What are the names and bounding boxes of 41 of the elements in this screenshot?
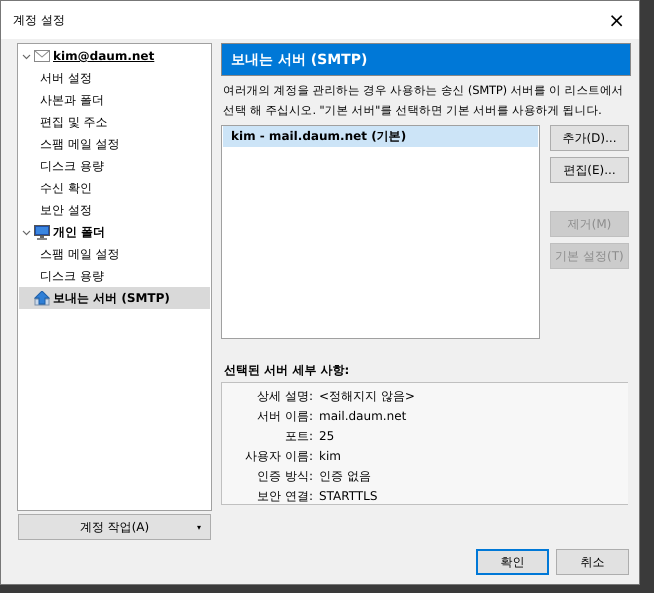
action-button[interactable]: 추가(D)...: [550, 125, 629, 151]
tree-item[interactable]: 스팸 메일 설정: [19, 243, 210, 265]
panel-heading: 보내는 서버 (SMTP): [221, 43, 631, 76]
action-button[interactable]: 편집(E)...: [550, 157, 629, 183]
dialog-button[interactable]: 취소: [556, 549, 629, 575]
account-actions-button[interactable]: 계정 작업(A) ▾: [18, 514, 211, 540]
detail-label: 보안 연결:: [256, 488, 313, 504]
tree-item[interactable]: 개인 폴더: [19, 221, 210, 243]
detail-value: 25: [319, 428, 336, 445]
detail-value: <정해지지 않음>: [319, 388, 416, 404]
chevron-down-icon[interactable]: [22, 228, 31, 236]
tree-item[interactable]: 보내는 서버 (SMTP): [19, 287, 210, 309]
tree-item[interactable]: 편집 및 주소: [19, 111, 210, 133]
tree-item[interactable]: 서버 설정: [19, 67, 210, 89]
tree-item[interactable]: 디스크 용량: [19, 155, 210, 177]
detail-label: 상세 설명:: [256, 388, 313, 404]
tree-item[interactable]: 사본과 폴더: [19, 89, 210, 111]
tree-item[interactable]: 스팸 메일 설정: [19, 133, 210, 155]
detail-label: 서버 이름:: [256, 408, 313, 424]
monitor-icon: [34, 224, 50, 240]
envelope-icon: [34, 50, 50, 62]
dialog-button[interactable]: 확인: [476, 549, 549, 575]
server-list-item[interactable]: kim - mail.daum.net (기본): [223, 126, 538, 147]
upload-arrow-icon: [34, 290, 50, 306]
detail-value: 인증 없음: [319, 468, 372, 484]
window-title: 계정 설정: [13, 12, 65, 28]
tree-item[interactable]: 보안 설정: [19, 199, 210, 221]
detail-value: mail.daum.net: [319, 408, 408, 425]
caret-icon: ▾: [196, 522, 201, 532]
close-button[interactable]: ×: [604, 10, 629, 30]
detail-value: kim: [319, 448, 342, 465]
tree-item[interactable]: 수신 확인: [19, 177, 210, 199]
chevron-down-icon[interactable]: [22, 52, 31, 60]
tree-item[interactable]: 디스크 용량: [19, 265, 210, 287]
detail-label: 사용자 이름:: [244, 448, 313, 464]
description-text: 여러개의 계정을 관리하는 경우 사용하는 송신 (SMTP) 서버를 이 리스트에서 선택 해 주십시오. "기본 서버"를 선택하면 기본 서버를 사용하게 됩니다.: [223, 82, 624, 119]
tree-item[interactable]: kim@daum.net: [19, 45, 210, 67]
details-title: 선택된 서버 세부 사항:: [224, 362, 350, 379]
detail-label: 포트:: [284, 428, 313, 444]
detail-value: STARTTLS: [319, 488, 378, 504]
detail-label: 인증 방식:: [256, 468, 313, 484]
